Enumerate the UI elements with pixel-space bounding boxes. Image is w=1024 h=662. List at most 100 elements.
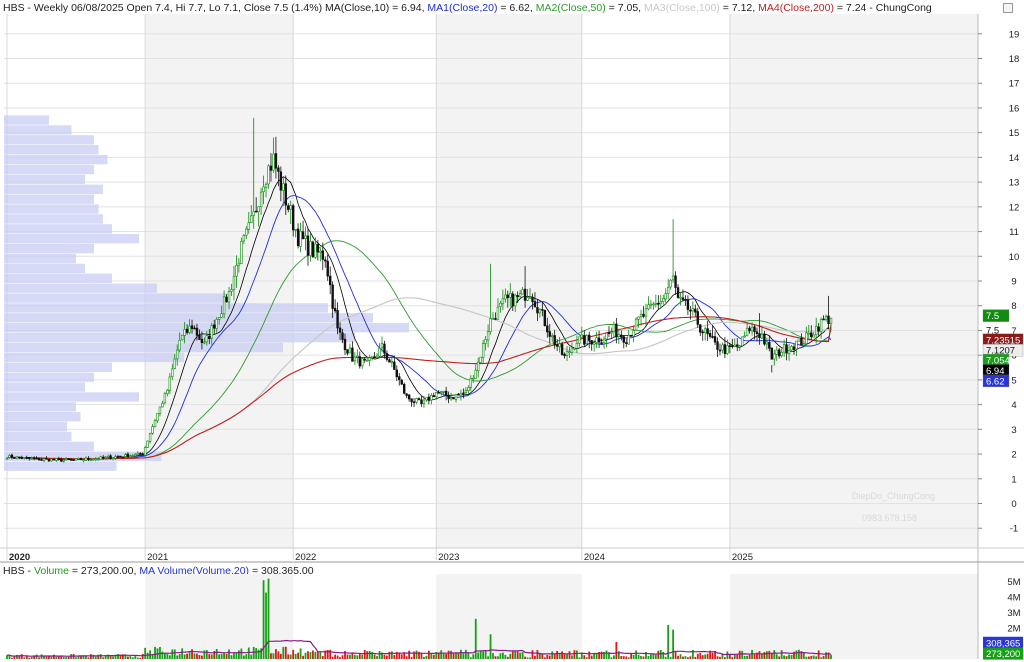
- volume-bar: [57, 656, 60, 659]
- candle-body: [141, 453, 144, 456]
- volume-bar: [773, 650, 776, 659]
- volume-year-band: [729, 574, 978, 659]
- candle-body: [740, 336, 744, 347]
- candle-body: [612, 324, 616, 333]
- candle-body: [758, 333, 761, 339]
- volume-bar: [790, 655, 793, 659]
- candle-body: [602, 338, 606, 344]
- candle-body: [111, 457, 115, 460]
- candle-body: [647, 304, 650, 310]
- candle-body: [763, 333, 766, 345]
- y-tick-label: 10: [1009, 252, 1020, 263]
- volume-bar: [694, 656, 697, 659]
- volume-year-band: [436, 574, 582, 659]
- volume-bar: [733, 654, 736, 659]
- candle-body: [89, 459, 93, 462]
- candle-body: [671, 275, 675, 281]
- candle-body: [304, 235, 307, 239]
- y-tick-label: 3: [1011, 425, 1016, 436]
- candle-body: [686, 299, 690, 310]
- candle-body: [615, 323, 618, 338]
- candle-body: [319, 250, 322, 253]
- candle-body: [370, 356, 374, 359]
- volume-bar: [684, 656, 687, 659]
- volume-bar: [775, 654, 778, 659]
- candle-body: [336, 310, 339, 329]
- candle-body: [447, 395, 450, 400]
- volume-bar: [632, 654, 635, 659]
- volume-bar: [230, 655, 233, 659]
- volume-bar: [765, 651, 768, 659]
- candle-body: [176, 349, 179, 360]
- candle-body: [442, 390, 445, 393]
- volume-bar: [225, 653, 228, 659]
- volume-bar: [198, 655, 201, 659]
- volume-bar: [521, 652, 524, 659]
- volume-bar: [430, 653, 433, 659]
- volume-bar: [529, 657, 531, 659]
- volume-tick-label: 5M: [1007, 577, 1020, 588]
- candle-body: [731, 345, 734, 348]
- y-tick-label: 0: [1011, 499, 1016, 510]
- volume-bar: [35, 654, 38, 659]
- candle-body: [676, 287, 680, 298]
- y-tick-label: 1: [1011, 474, 1016, 485]
- candle-body: [168, 376, 172, 391]
- candle-body: [548, 331, 551, 337]
- volume-bar: [534, 655, 536, 659]
- volume-bar: [423, 656, 425, 659]
- y-tick-label: 4: [1011, 400, 1016, 411]
- candle-body: [597, 337, 601, 343]
- candle-body: [60, 458, 63, 462]
- candle-body: [780, 351, 783, 356]
- candle-body: [126, 453, 130, 458]
- candle-body: [190, 325, 194, 329]
- time-axis: 2020 2021 2022 2023 2024 2025: [9, 552, 753, 563]
- candle-body: [518, 293, 522, 297]
- volume-bar: [220, 654, 223, 659]
- candle-body: [814, 326, 818, 336]
- candle-body: [425, 397, 428, 401]
- candle-body: [531, 296, 534, 302]
- candle-body: [74, 458, 78, 461]
- volume-bar: [302, 655, 304, 659]
- y-tick-label: -1: [1010, 524, 1018, 535]
- volume-bar: [361, 654, 364, 659]
- candle-body: [573, 347, 576, 350]
- volume-bar: [672, 629, 675, 659]
- volume-bar: [420, 652, 423, 659]
- candle-body: [67, 458, 70, 460]
- candle-body: [97, 458, 100, 461]
- candle-body: [708, 333, 712, 337]
- candle-body: [812, 334, 815, 338]
- candle-body: [743, 335, 746, 338]
- candle-body: [701, 331, 704, 334]
- candle-body: [254, 210, 258, 213]
- volume-bar: [807, 656, 810, 659]
- candle-body: [469, 378, 473, 388]
- volume-bar: [726, 651, 729, 659]
- volume-bar: [679, 654, 682, 659]
- candle-body: [726, 345, 729, 354]
- candle-body: [151, 426, 154, 434]
- volume-bar: [657, 650, 660, 659]
- volume-bar: [583, 655, 586, 659]
- volume-bar: [640, 655, 642, 659]
- volume-bar: [474, 618, 477, 659]
- candle-body: [533, 301, 537, 308]
- candle-body: [622, 336, 625, 343]
- candle-body: [790, 346, 793, 351]
- candle-body: [457, 393, 460, 396]
- candle-body: [368, 357, 371, 361]
- volume-bar: [519, 652, 522, 659]
- volume-bar: [820, 657, 823, 659]
- value-badge-label: 7.5: [986, 311, 999, 322]
- y-tick-label: 13: [1009, 178, 1020, 189]
- volume-bar: [289, 654, 292, 659]
- volume-bar: [312, 650, 314, 659]
- volume-profile-bar: [4, 154, 108, 165]
- volume-bar: [489, 634, 492, 659]
- candle-body: [351, 347, 354, 362]
- candle-body: [802, 343, 806, 346]
- volume-bar: [376, 656, 378, 659]
